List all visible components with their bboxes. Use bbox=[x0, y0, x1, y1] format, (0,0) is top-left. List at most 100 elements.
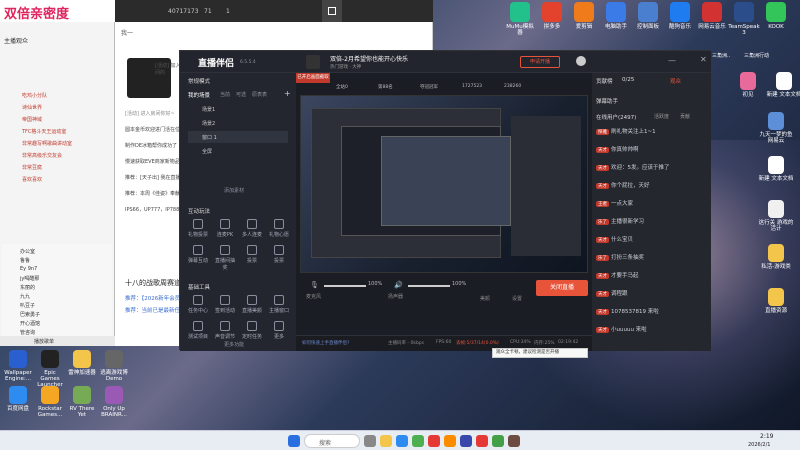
start-icon[interactable] bbox=[288, 435, 300, 447]
close-icon[interactable]: ✕ bbox=[700, 55, 707, 64]
beauty-label[interactable]: 美颜 bbox=[480, 295, 490, 302]
desktop-icon[interactable]: 九天一梦的鱼 网易云 bbox=[756, 112, 796, 144]
settings-label[interactable]: 设置 bbox=[512, 295, 522, 302]
minimize-icon[interactable]: — bbox=[668, 56, 676, 65]
chat-message[interactable]: 天才 什么宝贝 bbox=[596, 235, 633, 243]
search-input[interactable]: 搜索 bbox=[304, 434, 360, 448]
desktop-icon[interactable]: 新建 文本文档 bbox=[756, 156, 796, 182]
mic-slider[interactable] bbox=[324, 285, 366, 287]
group-line[interactable]: 诗仙世界 bbox=[22, 104, 42, 111]
desktop-icon[interactable]: 逃离游戏博 Demo bbox=[98, 350, 130, 382]
add-scene-icon[interactable]: + bbox=[284, 89, 291, 98]
member-item[interactable]: 管咨询 bbox=[20, 329, 35, 336]
stream-preview[interactable] bbox=[300, 95, 588, 273]
desktop-icon[interactable]: 网易云音乐 bbox=[696, 2, 728, 30]
desktop-icon[interactable]: TeamSpeak 3 bbox=[728, 2, 760, 36]
group-line[interactable]: 非常豆腐 bbox=[22, 164, 42, 171]
desktop-icon[interactable]: 雷神加速器 bbox=[66, 350, 98, 376]
group-line[interactable]: 吃鸡小分队 bbox=[22, 92, 47, 99]
live-companion-icon[interactable] bbox=[476, 435, 488, 447]
desktop-icon[interactable]: 酷狗音乐 bbox=[664, 2, 696, 30]
member-item[interactable]: 巴索勇子 bbox=[20, 311, 40, 318]
tool-button[interactable]: 测试项目 bbox=[186, 319, 210, 343]
chat-message[interactable]: 天才 1078537819 来啦 bbox=[596, 307, 659, 315]
end-live-button[interactable]: 关闭直播 bbox=[536, 280, 588, 296]
chat-message[interactable]: 天才 你个屁拉，天好 bbox=[596, 181, 650, 189]
qq-icon[interactable] bbox=[460, 435, 472, 447]
scene-item[interactable]: 全屏 bbox=[188, 145, 288, 157]
speaker-icon[interactable]: 🔊 bbox=[394, 281, 403, 289]
wechat-icon[interactable] bbox=[492, 435, 504, 447]
member-item[interactable]: 九九 bbox=[20, 293, 30, 300]
desktop-icon[interactable]: Rockstar Games... bbox=[34, 386, 66, 418]
tool-button[interactable]: 签到活动 bbox=[213, 293, 237, 317]
group-line[interactable]: 帝国神域 bbox=[22, 116, 42, 123]
chat-message[interactable]: 天才 小uuuuu 来啦 bbox=[596, 325, 647, 333]
member-item[interactable]: 鲁鲁 bbox=[20, 257, 30, 264]
desktop-icon[interactable]: MuMu模拟器 bbox=[504, 2, 536, 36]
tab-original[interactable]: 原表表 bbox=[252, 91, 267, 98]
member-item[interactable]: 东丽的 bbox=[20, 284, 35, 291]
tool-button[interactable]: 投票 bbox=[240, 243, 264, 267]
edge-icon[interactable] bbox=[396, 435, 408, 447]
task-view-icon[interactable] bbox=[364, 435, 376, 447]
tool-button[interactable]: 投票 bbox=[267, 243, 291, 267]
desktop-icon[interactable]: 电脑助手 bbox=[600, 2, 632, 30]
chat-message[interactable]: 探雅 刷礼物关注上1~1 bbox=[596, 127, 656, 135]
chrome-icon[interactable] bbox=[412, 435, 424, 447]
desktop-icon[interactable]: KOOK bbox=[760, 2, 792, 30]
group-line[interactable]: 非常高级乐交友会 bbox=[22, 152, 62, 159]
tool-button[interactable]: 弹幕互动 bbox=[186, 243, 210, 267]
desktop-icon[interactable]: 爱剪辑 bbox=[568, 2, 600, 30]
group-line[interactable]: 非常趣写啊歌曲讲动室 bbox=[22, 140, 72, 147]
tab-audience[interactable]: 观众 bbox=[670, 77, 681, 85]
add-material-button[interactable]: 添加素材 bbox=[224, 187, 244, 194]
status-hint[interactable]: 如何快速上手直播伴侣? bbox=[302, 340, 349, 346]
chat-message[interactable]: 天才 欢迎：5发。应该于推了 bbox=[596, 163, 670, 171]
tool-button[interactable]: 礼物心愿 bbox=[267, 217, 291, 241]
member-item[interactable]: Ey 9n7 bbox=[20, 266, 37, 272]
tool-button[interactable]: 定时任务 bbox=[240, 319, 264, 343]
desktop-icon[interactable]: Only Up BRAINR... bbox=[98, 386, 130, 418]
desktop-icon[interactable]: 控制面板 bbox=[632, 2, 664, 30]
player-bar[interactable]: 播放歌单 bbox=[0, 336, 115, 346]
member-item[interactable]: jy喝酷那 bbox=[20, 275, 39, 282]
desktop-icon[interactable]: 私活-游戏类 bbox=[756, 244, 796, 270]
tool-button[interactable]: 连麦PK bbox=[213, 217, 237, 241]
chat-message[interactable]: 乐了 主播很新学习 bbox=[596, 217, 644, 225]
group-line[interactable]: 喜欢喜欢 bbox=[22, 176, 42, 183]
tab-current[interactable]: 当前 bbox=[220, 91, 230, 98]
mic-icon[interactable]: 🎙 bbox=[310, 281, 319, 289]
desktop-icon[interactable]: Epic Games Launcher bbox=[34, 350, 66, 388]
chat-message[interactable]: 乐了 打扮三条抽奖 bbox=[596, 253, 644, 261]
link-activity[interactable]: 活跃度 bbox=[654, 113, 669, 120]
tool-button[interactable]: 主播窗口 bbox=[267, 293, 291, 317]
app-icon[interactable] bbox=[444, 435, 456, 447]
scene-item[interactable]: 场景1 bbox=[188, 103, 288, 115]
avatar[interactable] bbox=[576, 56, 586, 66]
desktop-icon[interactable]: 这行关 游戏的活计 bbox=[756, 200, 796, 232]
speaker-slider[interactable] bbox=[408, 285, 450, 287]
member-item[interactable]: 办公室 bbox=[20, 248, 35, 255]
chat-message[interactable]: 王者 一点大家 bbox=[596, 199, 633, 207]
desktop-icon[interactable]: 拼多多 bbox=[536, 2, 568, 30]
tab-rank[interactable]: 贡献榜 bbox=[596, 77, 613, 85]
tab-optional[interactable]: 可选 bbox=[236, 91, 246, 98]
home-icon[interactable] bbox=[322, 0, 342, 22]
more-features[interactable]: 更多功能 bbox=[224, 341, 244, 348]
apply-stream-button[interactable]: 申请开播 bbox=[520, 56, 560, 68]
desktop-icon[interactable]: Wallpaper Engine:... bbox=[2, 350, 34, 382]
scene-item[interactable]: 场景2 bbox=[188, 117, 288, 129]
tool-icon[interactable] bbox=[508, 435, 520, 447]
scene-item[interactable]: 窗口 1 bbox=[188, 131, 288, 143]
link-contrib[interactable]: 贡献 bbox=[680, 113, 690, 120]
member-item[interactable]: 叭豆子 bbox=[20, 302, 35, 309]
tool-button[interactable]: 更多 bbox=[267, 319, 291, 343]
chat-message[interactable]: 天才 调程跟 bbox=[596, 289, 628, 297]
group-line[interactable]: TFC格斗天王运动室 bbox=[22, 128, 66, 135]
tool-button[interactable]: 任务中心 bbox=[186, 293, 210, 317]
online-users[interactable]: 在线用户(2497) bbox=[596, 113, 636, 121]
mode-select[interactable]: 常规模式 bbox=[188, 77, 210, 85]
desktop-icon[interactable]: 新建 文本文档 bbox=[764, 72, 800, 98]
tool-button[interactable]: 礼物投票 bbox=[186, 217, 210, 241]
